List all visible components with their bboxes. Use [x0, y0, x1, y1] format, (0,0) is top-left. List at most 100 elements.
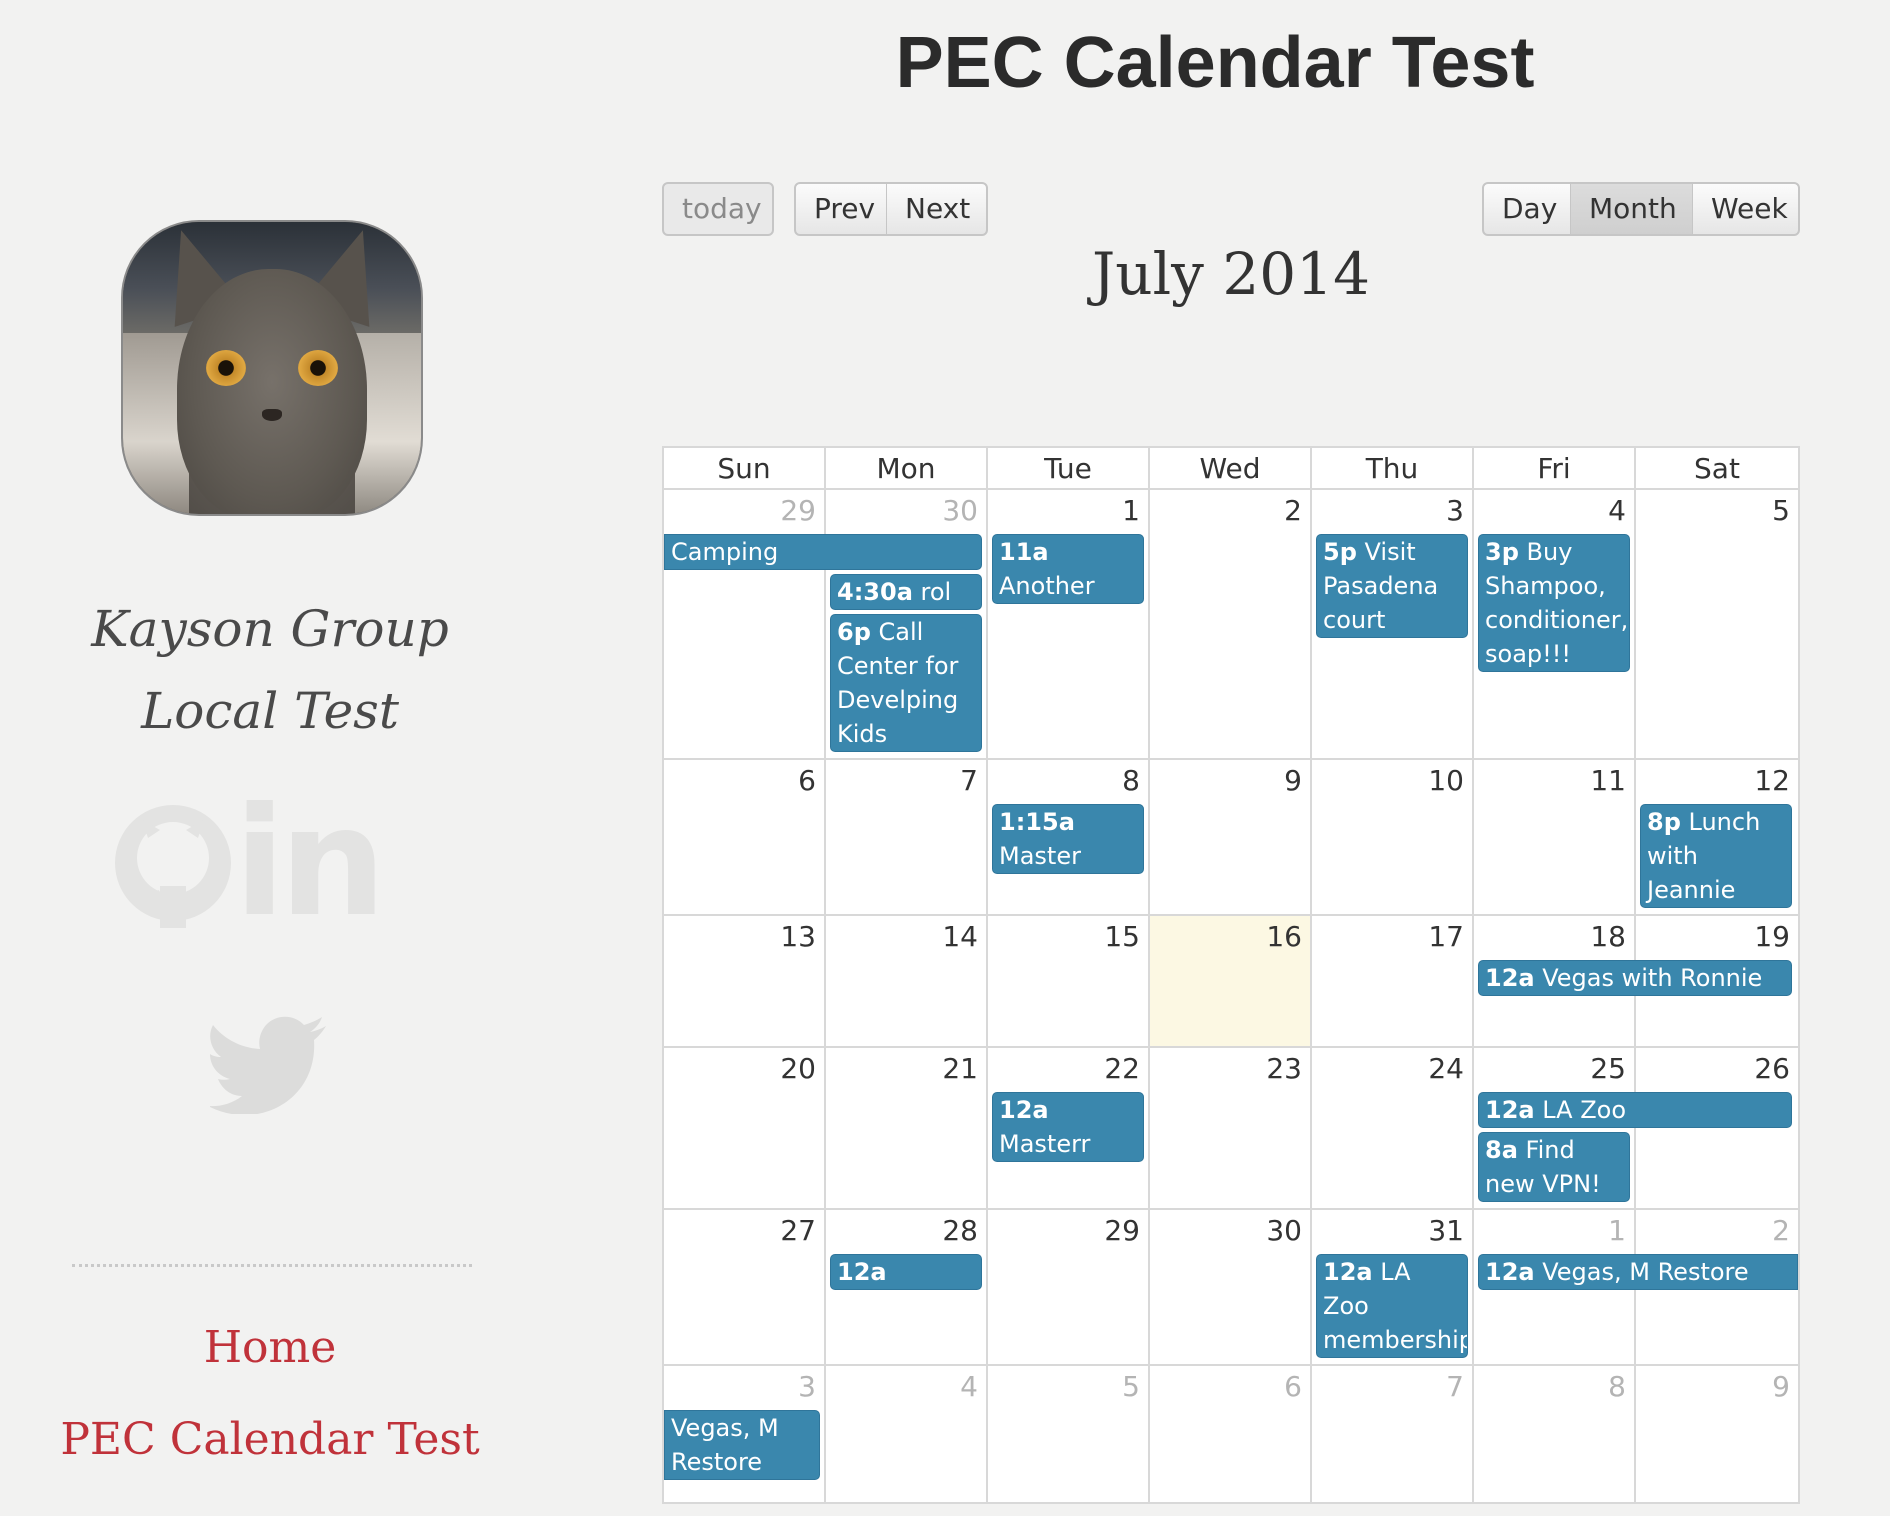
- calendar-week-row: 3 4 5 6 7 8 9 Vegas, M Restore: [664, 1366, 1798, 1502]
- avatar: [121, 220, 423, 516]
- avatar-cat-eye: [297, 350, 338, 387]
- nav-link-pec-calendar-test[interactable]: PEC Calendar Test: [40, 1414, 500, 1465]
- calendar-day-cell[interactable]: 8: [1474, 1366, 1636, 1502]
- calendar-day-cell[interactable]: 9: [1636, 1366, 1798, 1502]
- day-number: 16: [1266, 920, 1302, 953]
- calendar-event[interactable]: 6p Call Center for Develping Kids: [830, 614, 982, 752]
- day-number: 2: [1284, 494, 1302, 527]
- avatar-cat-head: [176, 268, 368, 514]
- calendar-event[interactable]: 12a rolodex: [830, 1254, 982, 1290]
- calendar-day-cell[interactable]: 20: [664, 1048, 826, 1208]
- calendar-day-cell[interactable]: 15: [988, 916, 1150, 1046]
- site-title: Kayson Group Local Test: [60, 588, 480, 752]
- calendar-event[interactable]: 12a LA Zoo membership last day: [1316, 1254, 1468, 1358]
- calendar-week-row: 2021222324252612a Masterr #4312a LA Zoo8…: [664, 1048, 1798, 1210]
- calendar-day-cell[interactable]: 7: [826, 760, 988, 914]
- calendar-day-cell[interactable]: 4: [826, 1366, 988, 1502]
- calendar-event[interactable]: 3p Buy Shampoo, conditioner, soap!!!: [1478, 534, 1630, 672]
- calendar-week-row: 13 14 15 16 17 18 19 12a Vegas with Ronnie: [664, 916, 1798, 1048]
- day-number: 9: [1772, 1370, 1790, 1403]
- day-number: 29: [780, 494, 816, 527]
- calendar-event[interactable]: 8p Lunch with Jeannie and Friends: [1640, 804, 1792, 908]
- github-icon[interactable]: [108, 798, 238, 932]
- nav-link-home[interactable]: Home: [40, 1322, 500, 1373]
- event-title: Master #42: [999, 842, 1081, 870]
- event-time: 8a: [1485, 1136, 1518, 1164]
- calendar-day-cell[interactable]: 29: [664, 490, 826, 758]
- day-number: 29: [1104, 1214, 1140, 1247]
- day-number: 10: [1428, 764, 1464, 797]
- event-title: Another rolodex: [999, 572, 1095, 600]
- calendar-event[interactable]: Vegas, M Restore: [664, 1410, 820, 1480]
- calendar-day-cell[interactable]: 30: [1150, 1210, 1312, 1364]
- calendar-day-cell[interactable]: 1: [988, 490, 1150, 758]
- calendar-day-cell[interactable]: 16: [1150, 916, 1312, 1046]
- event-time: 8p: [1647, 808, 1681, 836]
- event-title: rol: [912, 578, 952, 606]
- calendar-day-cell[interactable]: 11: [1474, 760, 1636, 914]
- calendar-day-cell[interactable]: 14: [826, 916, 988, 1046]
- calendar-event[interactable]: 12a Masterr #43: [992, 1092, 1144, 1162]
- calendar-day-cell[interactable]: 23: [1150, 1048, 1312, 1208]
- day-number: 17: [1428, 920, 1464, 953]
- sidebar-divider: [72, 1264, 472, 1267]
- calendar-day-cell[interactable]: 24: [1312, 1048, 1474, 1208]
- calendar-day-cell[interactable]: 9: [1150, 760, 1312, 914]
- day-number: 6: [798, 764, 816, 797]
- calendar-day-cell[interactable]: 6: [664, 760, 826, 914]
- calendar-week-row: 27 28 29 30 31 1 2 12a rolodex 12a LA Zoo member…: [664, 1210, 1798, 1366]
- calendar-day-cell[interactable]: 6: [1150, 1366, 1312, 1502]
- event-title: Vegas, M Restore: [671, 1414, 779, 1476]
- event-title: Camping: [671, 538, 779, 566]
- calendar-day-cell[interactable]: 21: [826, 1048, 988, 1208]
- today-button[interactable]: today: [662, 182, 774, 236]
- calendar-event[interactable]: 5p Visit Pasadena court: [1316, 534, 1468, 638]
- day-number: 20: [780, 1052, 816, 1085]
- calendar-day-cell[interactable]: 10: [1312, 760, 1474, 914]
- next-button[interactable]: Next: [886, 182, 988, 236]
- day-view-button[interactable]: Day: [1482, 182, 1572, 236]
- day-number: 6: [1284, 1370, 1302, 1403]
- month-view-button[interactable]: Month: [1570, 182, 1694, 236]
- twitter-icon[interactable]: [208, 1014, 330, 1118]
- calendar-event[interactable]: 12a LA Zoo: [1478, 1092, 1792, 1128]
- calendar-event[interactable]: 1:15a Master #42: [992, 804, 1144, 874]
- calendar-event[interactable]: 11a Another rolodex: [992, 534, 1144, 604]
- calendar-day-cell[interactable]: 13: [664, 916, 826, 1046]
- day-number: 8: [1608, 1370, 1626, 1403]
- event-time: 4:30a: [837, 578, 913, 606]
- day-number: 3: [1446, 494, 1464, 527]
- event-time: 3p: [1485, 538, 1519, 566]
- day-number: 30: [942, 494, 978, 527]
- event-time: 11a: [999, 538, 1049, 566]
- day-number: 18: [1590, 920, 1626, 953]
- calendar-event[interactable]: 8a Find new VPN!: [1478, 1132, 1630, 1202]
- event-title: Vegas, M Restore: [1534, 1258, 1749, 1286]
- calendar-day-cell[interactable]: 2: [1150, 490, 1312, 758]
- linkedin-icon[interactable]: in: [234, 788, 386, 938]
- day-number: 24: [1428, 1052, 1464, 1085]
- event-time: 5p: [1323, 538, 1357, 566]
- day-number: 3: [798, 1370, 816, 1403]
- calendar-day-cell[interactable]: 5: [988, 1366, 1150, 1502]
- day-number: 27: [780, 1214, 816, 1247]
- calendar-day-cell[interactable]: 29: [988, 1210, 1150, 1364]
- calendar-day-cell[interactable]: 26: [1636, 1048, 1798, 1208]
- calendar-day-cell[interactable]: 17: [1312, 916, 1474, 1046]
- event-time: 12a: [1485, 964, 1535, 992]
- calendar-event[interactable]: 4:30a rol: [830, 574, 982, 610]
- day-number: 2: [1772, 1214, 1790, 1247]
- week-view-button[interactable]: Week: [1692, 182, 1800, 236]
- calendar-day-cell[interactable]: 5: [1636, 490, 1798, 758]
- day-number: 7: [960, 764, 978, 797]
- day-number: 23: [1266, 1052, 1302, 1085]
- calendar-event[interactable]: 12a Vegas with Ronnie: [1478, 960, 1792, 996]
- day-number: 22: [1104, 1052, 1140, 1085]
- calendar-day-cell[interactable]: 7: [1312, 1366, 1474, 1502]
- calendar-week-row: 6 7 8 9 10 11 12 1:15a Master #42 8p Lunch with …: [664, 760, 1798, 916]
- prev-button[interactable]: Prev: [794, 182, 888, 236]
- calendar-day-cell[interactable]: 27: [664, 1210, 826, 1364]
- calendar-event[interactable]: Camping: [664, 534, 982, 570]
- calendar-event[interactable]: 12a Vegas, M Restore: [1478, 1254, 1798, 1290]
- day-number: 11: [1590, 764, 1626, 797]
